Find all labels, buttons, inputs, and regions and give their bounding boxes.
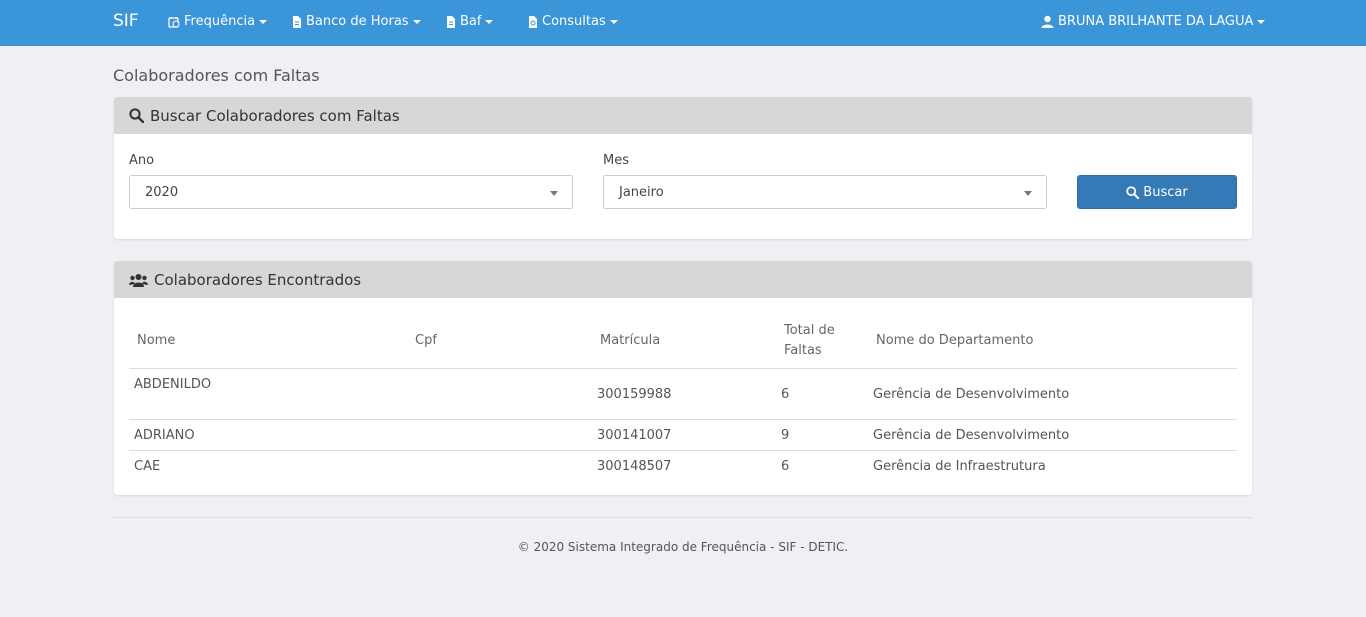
nav-consultas[interactable]: Consultas xyxy=(528,14,618,29)
mes-select-value: Janeiro xyxy=(619,184,664,200)
cell-departamento: Gerência de Desenvolvimento xyxy=(873,387,1070,402)
table-divider xyxy=(129,419,1237,420)
nav-consultas-label: Consultas xyxy=(542,14,606,29)
chevron-down-icon xyxy=(1257,19,1266,24)
header-matricula[interactable]: Matrícula xyxy=(600,331,660,351)
nav-frequencia-label: Frequência xyxy=(184,14,256,29)
cell-departamento: Gerência de Infraestrutura xyxy=(873,459,1046,474)
document-icon xyxy=(293,15,301,28)
nav-banco-de-horas-label: Banco de Horas xyxy=(306,14,409,29)
header-total-faltas-line1: Total de xyxy=(784,323,835,338)
mes-select[interactable]: Janeiro xyxy=(603,175,1047,209)
search-icon xyxy=(129,108,144,123)
buscar-button[interactable]: Buscar xyxy=(1077,175,1237,209)
search-panel: Buscar Colaboradores com Faltas Ano 2020… xyxy=(114,97,1252,239)
results-panel: Colaboradores Encontrados Nome Cpf Matrí… xyxy=(114,261,1252,495)
cell-nome: ADRIANO xyxy=(134,428,195,443)
nav-baf-label: Baf xyxy=(460,14,482,29)
chevron-down-icon xyxy=(412,19,421,24)
user-menu[interactable]: BRUNA BRILHANTE DA LAGUA xyxy=(1041,14,1266,29)
ano-select-value: 2020 xyxy=(145,184,179,200)
table-divider xyxy=(129,368,1237,369)
header-nome[interactable]: Nome xyxy=(137,331,175,351)
cell-matricula: 300141007 xyxy=(597,428,672,443)
results-panel-title: Colaboradores Encontrados xyxy=(154,270,362,289)
results-panel-heading: Colaboradores Encontrados xyxy=(114,261,1252,298)
ano-label: Ano xyxy=(129,153,155,168)
cell-departamento: Gerência de Desenvolvimento xyxy=(873,428,1070,443)
footer-divider xyxy=(113,517,1252,518)
cell-matricula: 300148507 xyxy=(597,459,672,474)
document-icon xyxy=(447,15,455,28)
cell-nome: ABDENILDO xyxy=(134,377,212,392)
header-total-faltas-line2: Faltas xyxy=(784,343,822,358)
header-total-faltas[interactable]: Total de Faltas xyxy=(784,321,835,361)
top-navbar: SIF Frequência Banco de Horas Baf Consul… xyxy=(0,0,1366,46)
nav-baf[interactable]: Baf xyxy=(446,14,494,29)
footer-text: © 2020 Sistema Integrado de Frequência -… xyxy=(517,540,849,554)
cell-nome: CAE xyxy=(134,459,161,474)
header-cpf[interactable]: Cpf xyxy=(415,331,437,351)
ano-select[interactable]: 2020 xyxy=(129,175,573,209)
calendar-clock-icon xyxy=(168,16,180,28)
search-panel-title: Buscar Colaboradores com Faltas xyxy=(150,106,400,125)
brand-link[interactable]: SIF xyxy=(113,11,139,31)
nav-banco-de-horas[interactable]: Banco de Horas xyxy=(292,14,421,29)
cell-faltas: 6 xyxy=(781,459,790,474)
document-search-icon xyxy=(529,15,537,28)
users-icon xyxy=(129,273,148,287)
cell-faltas: 9 xyxy=(781,428,790,443)
user-menu-label: BRUNA BRILHANTE DA LAGUA xyxy=(1058,14,1254,29)
chevron-down-icon xyxy=(550,191,558,196)
header-departamento[interactable]: Nome do Departamento xyxy=(876,331,1033,351)
buscar-button-label: Buscar xyxy=(1143,184,1188,200)
mes-label: Mes xyxy=(603,153,629,168)
search-panel-heading: Buscar Colaboradores com Faltas xyxy=(114,97,1252,134)
chevron-down-icon xyxy=(609,19,618,24)
nav-frequencia[interactable]: Frequência xyxy=(168,14,268,29)
user-icon xyxy=(1041,15,1054,28)
page-title: Colaboradores com Faltas xyxy=(113,66,320,85)
chevron-down-icon xyxy=(485,19,494,24)
search-icon xyxy=(1126,185,1140,199)
chevron-down-icon xyxy=(259,19,268,24)
table-divider xyxy=(129,450,1237,451)
cell-matricula: 300159988 xyxy=(597,387,672,402)
cell-faltas: 6 xyxy=(781,387,790,402)
chevron-down-icon xyxy=(1024,191,1032,196)
